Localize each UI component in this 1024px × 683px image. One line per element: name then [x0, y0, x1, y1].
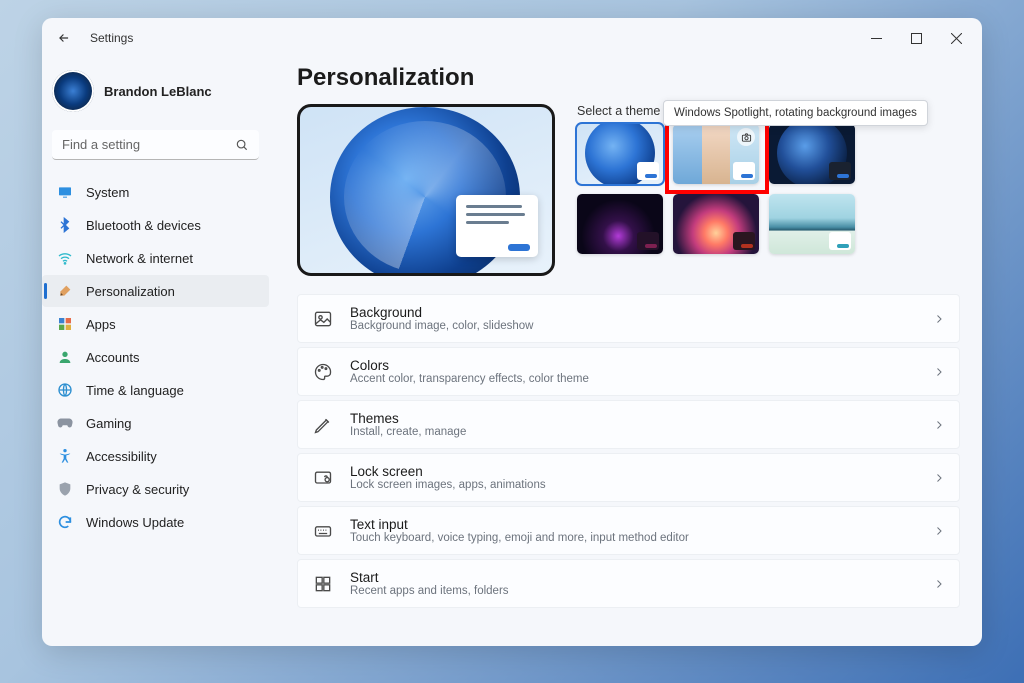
avatar	[52, 70, 94, 112]
monitor-icon	[56, 183, 74, 201]
row-themes[interactable]: ThemesInstall, create, manage	[297, 400, 960, 449]
theme-landscape[interactable]	[769, 194, 855, 254]
arrow-left-icon	[57, 31, 71, 45]
title-bar: Settings	[42, 18, 982, 58]
image-icon	[312, 308, 334, 330]
theme-spotlight[interactable]	[673, 124, 759, 184]
theme-selector: Windows Spotlight, rotating background i…	[577, 104, 855, 254]
sidebar-item-accounts[interactable]: Accounts	[42, 341, 269, 373]
paintbrush-icon	[56, 282, 74, 300]
person-icon	[56, 348, 74, 366]
main-content: Personalization Windows Spotlight, rotat…	[277, 58, 982, 646]
lockscreen-icon	[312, 467, 334, 489]
bluetooth-icon	[56, 216, 74, 234]
start-icon	[312, 573, 334, 595]
nav: System Bluetooth & devices Network & int…	[42, 176, 269, 538]
window-controls	[856, 23, 976, 53]
row-background[interactable]: BackgroundBackground image, color, slide…	[297, 294, 960, 343]
settings-window: Settings Brandon LeBlanc System	[42, 18, 982, 646]
row-start[interactable]: StartRecent apps and items, folders	[297, 559, 960, 608]
keyboard-icon	[312, 520, 334, 542]
nav-label: Accessibility	[86, 449, 157, 464]
back-button[interactable]	[54, 28, 74, 48]
theme-bloom-light[interactable]	[577, 124, 663, 184]
palette-icon	[312, 361, 334, 383]
sidebar-item-personalization[interactable]: Personalization	[42, 275, 269, 307]
user-name: Brandon LeBlanc	[104, 84, 212, 99]
sidebar-item-update[interactable]: Windows Update	[42, 506, 269, 538]
wifi-icon	[56, 249, 74, 267]
nav-label: Accounts	[86, 350, 139, 365]
chevron-right-icon	[933, 419, 945, 431]
nav-label: Apps	[86, 317, 116, 332]
minimize-button[interactable]	[856, 23, 896, 53]
sidebar-item-apps[interactable]: Apps	[42, 308, 269, 340]
chevron-right-icon	[933, 472, 945, 484]
row-lockscreen[interactable]: Lock screenLock screen images, apps, ani…	[297, 453, 960, 502]
maximize-button[interactable]	[896, 23, 936, 53]
sidebar-item-accessibility[interactable]: Accessibility	[42, 440, 269, 472]
sidebar-item-time[interactable]: Time & language	[42, 374, 269, 406]
apps-icon	[56, 315, 74, 333]
maximize-icon	[911, 33, 922, 44]
sidebar: Brandon LeBlanc System Bluetooth & devic…	[42, 58, 277, 646]
pen-icon	[312, 414, 334, 436]
nav-label: Gaming	[86, 416, 132, 431]
theme-glow[interactable]	[577, 194, 663, 254]
sidebar-item-system[interactable]: System	[42, 176, 269, 208]
accessibility-icon	[56, 447, 74, 465]
close-icon	[951, 33, 962, 44]
preview-app-card	[456, 195, 538, 257]
nav-label: System	[86, 185, 129, 200]
globe-clock-icon	[56, 381, 74, 399]
app-title: Settings	[90, 31, 133, 45]
sidebar-item-network[interactable]: Network & internet	[42, 242, 269, 274]
search-icon	[235, 138, 249, 152]
row-textinput[interactable]: Text inputTouch keyboard, voice typing, …	[297, 506, 960, 555]
gamepad-icon	[56, 414, 74, 432]
camera-icon	[737, 128, 755, 146]
nav-label: Windows Update	[86, 515, 184, 530]
shield-icon	[56, 480, 74, 498]
user-profile[interactable]: Brandon LeBlanc	[42, 66, 269, 124]
sidebar-item-privacy[interactable]: Privacy & security	[42, 473, 269, 505]
theme-bloom-dark[interactable]	[769, 124, 855, 184]
nav-label: Time & language	[86, 383, 184, 398]
search-container	[52, 130, 259, 160]
search-input[interactable]	[52, 130, 259, 160]
nav-label: Network & internet	[86, 251, 193, 266]
sidebar-item-gaming[interactable]: Gaming	[42, 407, 269, 439]
nav-label: Privacy & security	[86, 482, 189, 497]
nav-label: Bluetooth & devices	[86, 218, 201, 233]
chevron-right-icon	[933, 525, 945, 537]
close-button[interactable]	[936, 23, 976, 53]
sidebar-item-bluetooth[interactable]: Bluetooth & devices	[42, 209, 269, 241]
chevron-right-icon	[933, 366, 945, 378]
desktop-preview	[297, 104, 555, 276]
chevron-right-icon	[933, 578, 945, 590]
settings-rows: BackgroundBackground image, color, slide…	[297, 294, 960, 608]
page-title: Personalization	[297, 64, 960, 92]
update-icon	[56, 513, 74, 531]
chevron-right-icon	[933, 313, 945, 325]
row-colors[interactable]: ColorsAccent color, transparency effects…	[297, 347, 960, 396]
tooltip-spotlight: Windows Spotlight, rotating background i…	[663, 100, 928, 126]
theme-sunrise[interactable]	[673, 194, 759, 254]
minimize-icon	[871, 33, 882, 44]
nav-label: Personalization	[86, 284, 175, 299]
